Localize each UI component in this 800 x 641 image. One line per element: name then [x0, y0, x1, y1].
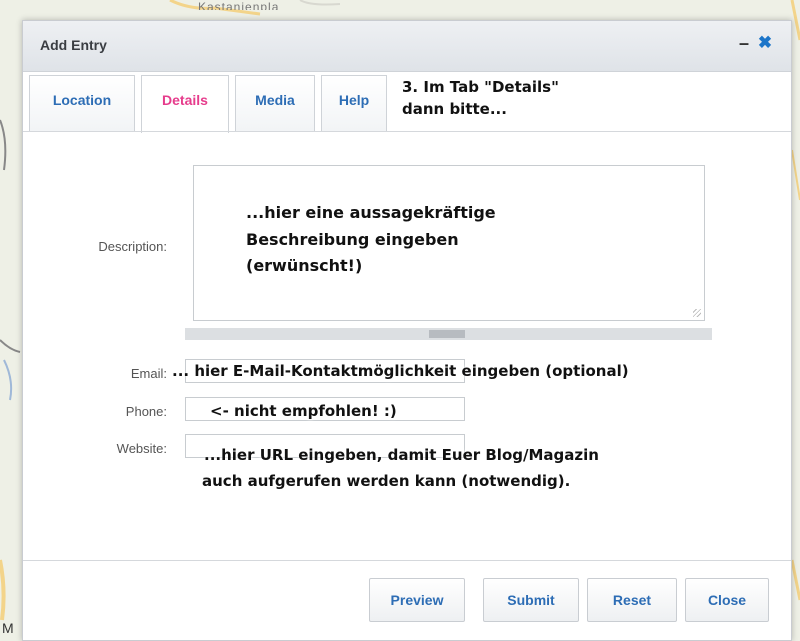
close-button[interactable]: Close — [685, 578, 769, 622]
scrollbar-thumb[interactable] — [429, 330, 465, 338]
description-note-line1: ...hier eine aussagekräftige — [246, 203, 496, 222]
tab-help[interactable]: Help — [321, 75, 387, 131]
reset-button[interactable]: Reset — [587, 578, 677, 622]
description-note-line2: Beschreibung eingeben — [246, 230, 459, 249]
description-label: Description: — [98, 239, 167, 254]
preview-button[interactable]: Preview — [369, 578, 465, 622]
email-note: ... hier E-Mail-Kontaktmöglichkeit einge… — [172, 362, 629, 380]
close-icon[interactable]: ✖ — [757, 33, 773, 53]
submit-button[interactable]: Submit — [483, 578, 579, 622]
map-place-label: Kastanienpla — [198, 0, 280, 10]
tab-instruction-note-line1: 3. Im Tab "Details" — [402, 78, 559, 96]
tab-divider — [23, 131, 791, 132]
footer-divider — [23, 560, 791, 561]
resize-grip-icon[interactable] — [693, 309, 701, 317]
phone-note: <- nicht empfohlen! :) — [210, 402, 397, 420]
website-label: Website: — [116, 441, 167, 456]
dialog-title: Add Entry — [40, 37, 107, 53]
minimize-icon[interactable]: – — [737, 33, 751, 53]
dialog-titlebar[interactable]: Add Entry – ✖ — [23, 21, 791, 72]
tab-instruction-note-line2: dann bitte... — [402, 100, 507, 118]
phone-label: Phone: — [125, 404, 167, 419]
horizontal-scrollbar[interactable] — [185, 328, 712, 340]
website-note-line1: ...hier URL eingeben, damit Euer Blog/Ma… — [204, 446, 599, 464]
email-label: Email: — [130, 366, 167, 381]
tab-location[interactable]: Location — [29, 75, 135, 131]
tab-media[interactable]: Media — [235, 75, 315, 131]
website-note-line2: auch aufgerufen werden kann (notwendig). — [202, 472, 571, 490]
tab-details[interactable]: Details — [141, 75, 229, 133]
description-note-line3: (erwünscht!) — [246, 256, 363, 275]
map-letter-label: M — [2, 620, 14, 636]
